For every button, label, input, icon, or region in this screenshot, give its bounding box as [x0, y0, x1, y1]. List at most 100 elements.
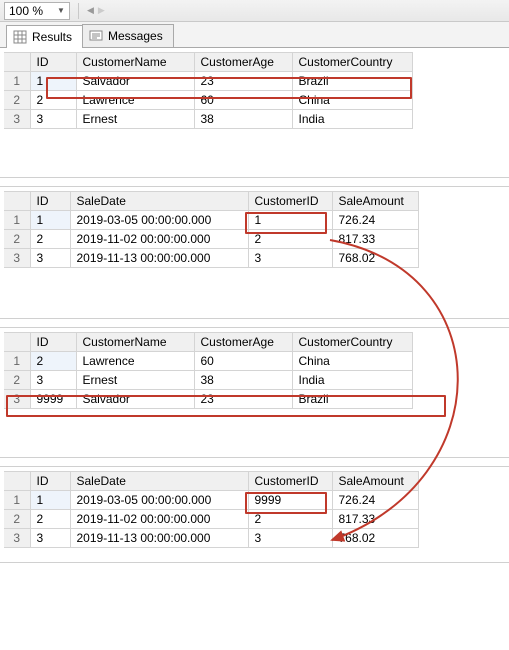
col-customerage[interactable]: CustomerAge	[194, 53, 292, 72]
cell[interactable]: 2019-11-02 00:00:00.000	[70, 510, 248, 529]
tab-results[interactable]: Results	[6, 25, 83, 48]
row-number: 1	[4, 491, 30, 510]
cell[interactable]: 2019-03-05 00:00:00.000	[70, 211, 248, 230]
row-number: 2	[4, 91, 30, 110]
table-row[interactable]: 2 2 2019-11-02 00:00:00.000 2 817.33	[4, 230, 418, 249]
cell[interactable]: 2	[30, 91, 76, 110]
cell[interactable]: 3	[30, 529, 70, 548]
messages-icon	[89, 29, 103, 43]
cell[interactable]: 3	[30, 371, 76, 390]
cell[interactable]: 1	[30, 72, 76, 91]
row-number: 2	[4, 371, 30, 390]
cell[interactable]: 768.02	[332, 529, 418, 548]
row-number: 1	[4, 352, 30, 371]
zoom-dropdown[interactable]: 100 % ▼	[4, 2, 70, 20]
cell[interactable]: 817.33	[332, 230, 418, 249]
cell[interactable]: Salvador	[76, 390, 194, 409]
cell[interactable]: 726.24	[332, 491, 418, 510]
cell[interactable]: 23	[194, 390, 292, 409]
cell[interactable]: Brazil	[292, 72, 412, 91]
col-saledate[interactable]: SaleDate	[70, 472, 248, 491]
col-customername[interactable]: CustomerName	[76, 53, 194, 72]
cell[interactable]: China	[292, 352, 412, 371]
table-row[interactable]: 2 3 Ernest 38 India	[4, 371, 412, 390]
results-grid-customers-1[interactable]: ID CustomerName CustomerAge CustomerCoun…	[4, 52, 413, 129]
tab-messages-label: Messages	[108, 29, 163, 43]
cell[interactable]: 60	[194, 91, 292, 110]
cell[interactable]: 1	[248, 211, 332, 230]
col-saleamount[interactable]: SaleAmount	[332, 192, 418, 211]
col-saledate[interactable]: SaleDate	[70, 192, 248, 211]
tab-messages[interactable]: Messages	[82, 24, 174, 47]
cell[interactable]: India	[292, 371, 412, 390]
cell[interactable]: Lawrence	[76, 91, 194, 110]
cell[interactable]: 23	[194, 72, 292, 91]
window: 100 % ▼ ◀ ▶ Results Messages	[0, 0, 509, 563]
results-grid-sales-2[interactable]: ID SaleDate CustomerID SaleAmount 1 1 20…	[4, 471, 419, 548]
cell[interactable]: 2019-11-02 00:00:00.000	[70, 230, 248, 249]
table-row[interactable]: 2 2 2019-11-02 00:00:00.000 2 817.33	[4, 510, 418, 529]
table-row[interactable]: 1 1 Salvador 23 Brazil	[4, 72, 412, 91]
chevron-right-icon[interactable]: ▶	[98, 5, 105, 16]
cell[interactable]: 38	[194, 371, 292, 390]
cell[interactable]: Brazil	[292, 390, 412, 409]
results-grid-sales-1[interactable]: ID SaleDate CustomerID SaleAmount 1 1 20…	[4, 191, 419, 268]
col-id[interactable]: ID	[30, 192, 70, 211]
cell[interactable]: 1	[30, 491, 70, 510]
table-row[interactable]: 1 1 2019-03-05 00:00:00.000 1 726.24	[4, 211, 418, 230]
cell[interactable]: 817.33	[332, 510, 418, 529]
table-row[interactable]: 1 1 2019-03-05 00:00:00.000 9999 726.24	[4, 491, 418, 510]
col-customercountry[interactable]: CustomerCountry	[292, 333, 412, 352]
col-customerage[interactable]: CustomerAge	[194, 333, 292, 352]
cell[interactable]: 2	[30, 510, 70, 529]
cell[interactable]: 9999	[248, 491, 332, 510]
cell[interactable]: 3	[248, 529, 332, 548]
cell[interactable]: 726.24	[332, 211, 418, 230]
table-row[interactable]: 3 3 2019-11-13 00:00:00.000 3 768.02	[4, 529, 418, 548]
cell[interactable]: 2	[30, 230, 70, 249]
col-customercountry[interactable]: CustomerCountry	[292, 53, 412, 72]
cell[interactable]: 38	[194, 110, 292, 129]
table-row[interactable]: 3 3 2019-11-13 00:00:00.000 3 768.02	[4, 249, 418, 268]
col-id[interactable]: ID	[30, 333, 76, 352]
col-saleamount[interactable]: SaleAmount	[332, 472, 418, 491]
col-customername[interactable]: CustomerName	[76, 333, 194, 352]
cell[interactable]: 2019-11-13 00:00:00.000	[70, 249, 248, 268]
cell[interactable]: Ernest	[76, 371, 194, 390]
header-row: ID CustomerName CustomerAge CustomerCoun…	[4, 53, 412, 72]
rownum-header	[4, 333, 30, 352]
cell[interactable]: India	[292, 110, 412, 129]
chevron-left-icon[interactable]: ◀	[87, 5, 94, 16]
cell[interactable]: Lawrence	[76, 352, 194, 371]
cell[interactable]: 3	[30, 110, 76, 129]
cell[interactable]: 2	[248, 230, 332, 249]
cell[interactable]: 60	[194, 352, 292, 371]
cell[interactable]: China	[292, 91, 412, 110]
table-row[interactable]: 3 9999 Salvador 23 Brazil	[4, 390, 412, 409]
col-customerid[interactable]: CustomerID	[248, 472, 332, 491]
cell[interactable]: 3	[30, 249, 70, 268]
results-pane-4: ID SaleDate CustomerID SaleAmount 1 1 20…	[0, 466, 509, 563]
cell[interactable]: 3	[248, 249, 332, 268]
cell[interactable]: Salvador	[76, 72, 194, 91]
results-pane-3: ID CustomerName CustomerAge CustomerCoun…	[0, 327, 509, 458]
col-customerid[interactable]: CustomerID	[248, 192, 332, 211]
cell[interactable]: 2	[30, 352, 76, 371]
cell[interactable]: 768.02	[332, 249, 418, 268]
cell[interactable]: 2019-11-13 00:00:00.000	[70, 529, 248, 548]
cell[interactable]: 9999	[30, 390, 76, 409]
col-id[interactable]: ID	[30, 53, 76, 72]
cell[interactable]: 2019-03-05 00:00:00.000	[70, 491, 248, 510]
results-grid-customers-2[interactable]: ID CustomerName CustomerAge CustomerCoun…	[4, 332, 413, 409]
tab-results-label: Results	[32, 30, 72, 44]
table-row[interactable]: 1 2 Lawrence 60 China	[4, 352, 412, 371]
cell[interactable]: 1	[30, 211, 70, 230]
table-row[interactable]: 2 2 Lawrence 60 China	[4, 91, 412, 110]
row-number: 1	[4, 211, 30, 230]
chevron-down-icon: ▼	[57, 6, 65, 15]
table-row[interactable]: 3 3 Ernest 38 India	[4, 110, 412, 129]
header-row: ID SaleDate CustomerID SaleAmount	[4, 192, 418, 211]
col-id[interactable]: ID	[30, 472, 70, 491]
cell[interactable]: 2	[248, 510, 332, 529]
cell[interactable]: Ernest	[76, 110, 194, 129]
